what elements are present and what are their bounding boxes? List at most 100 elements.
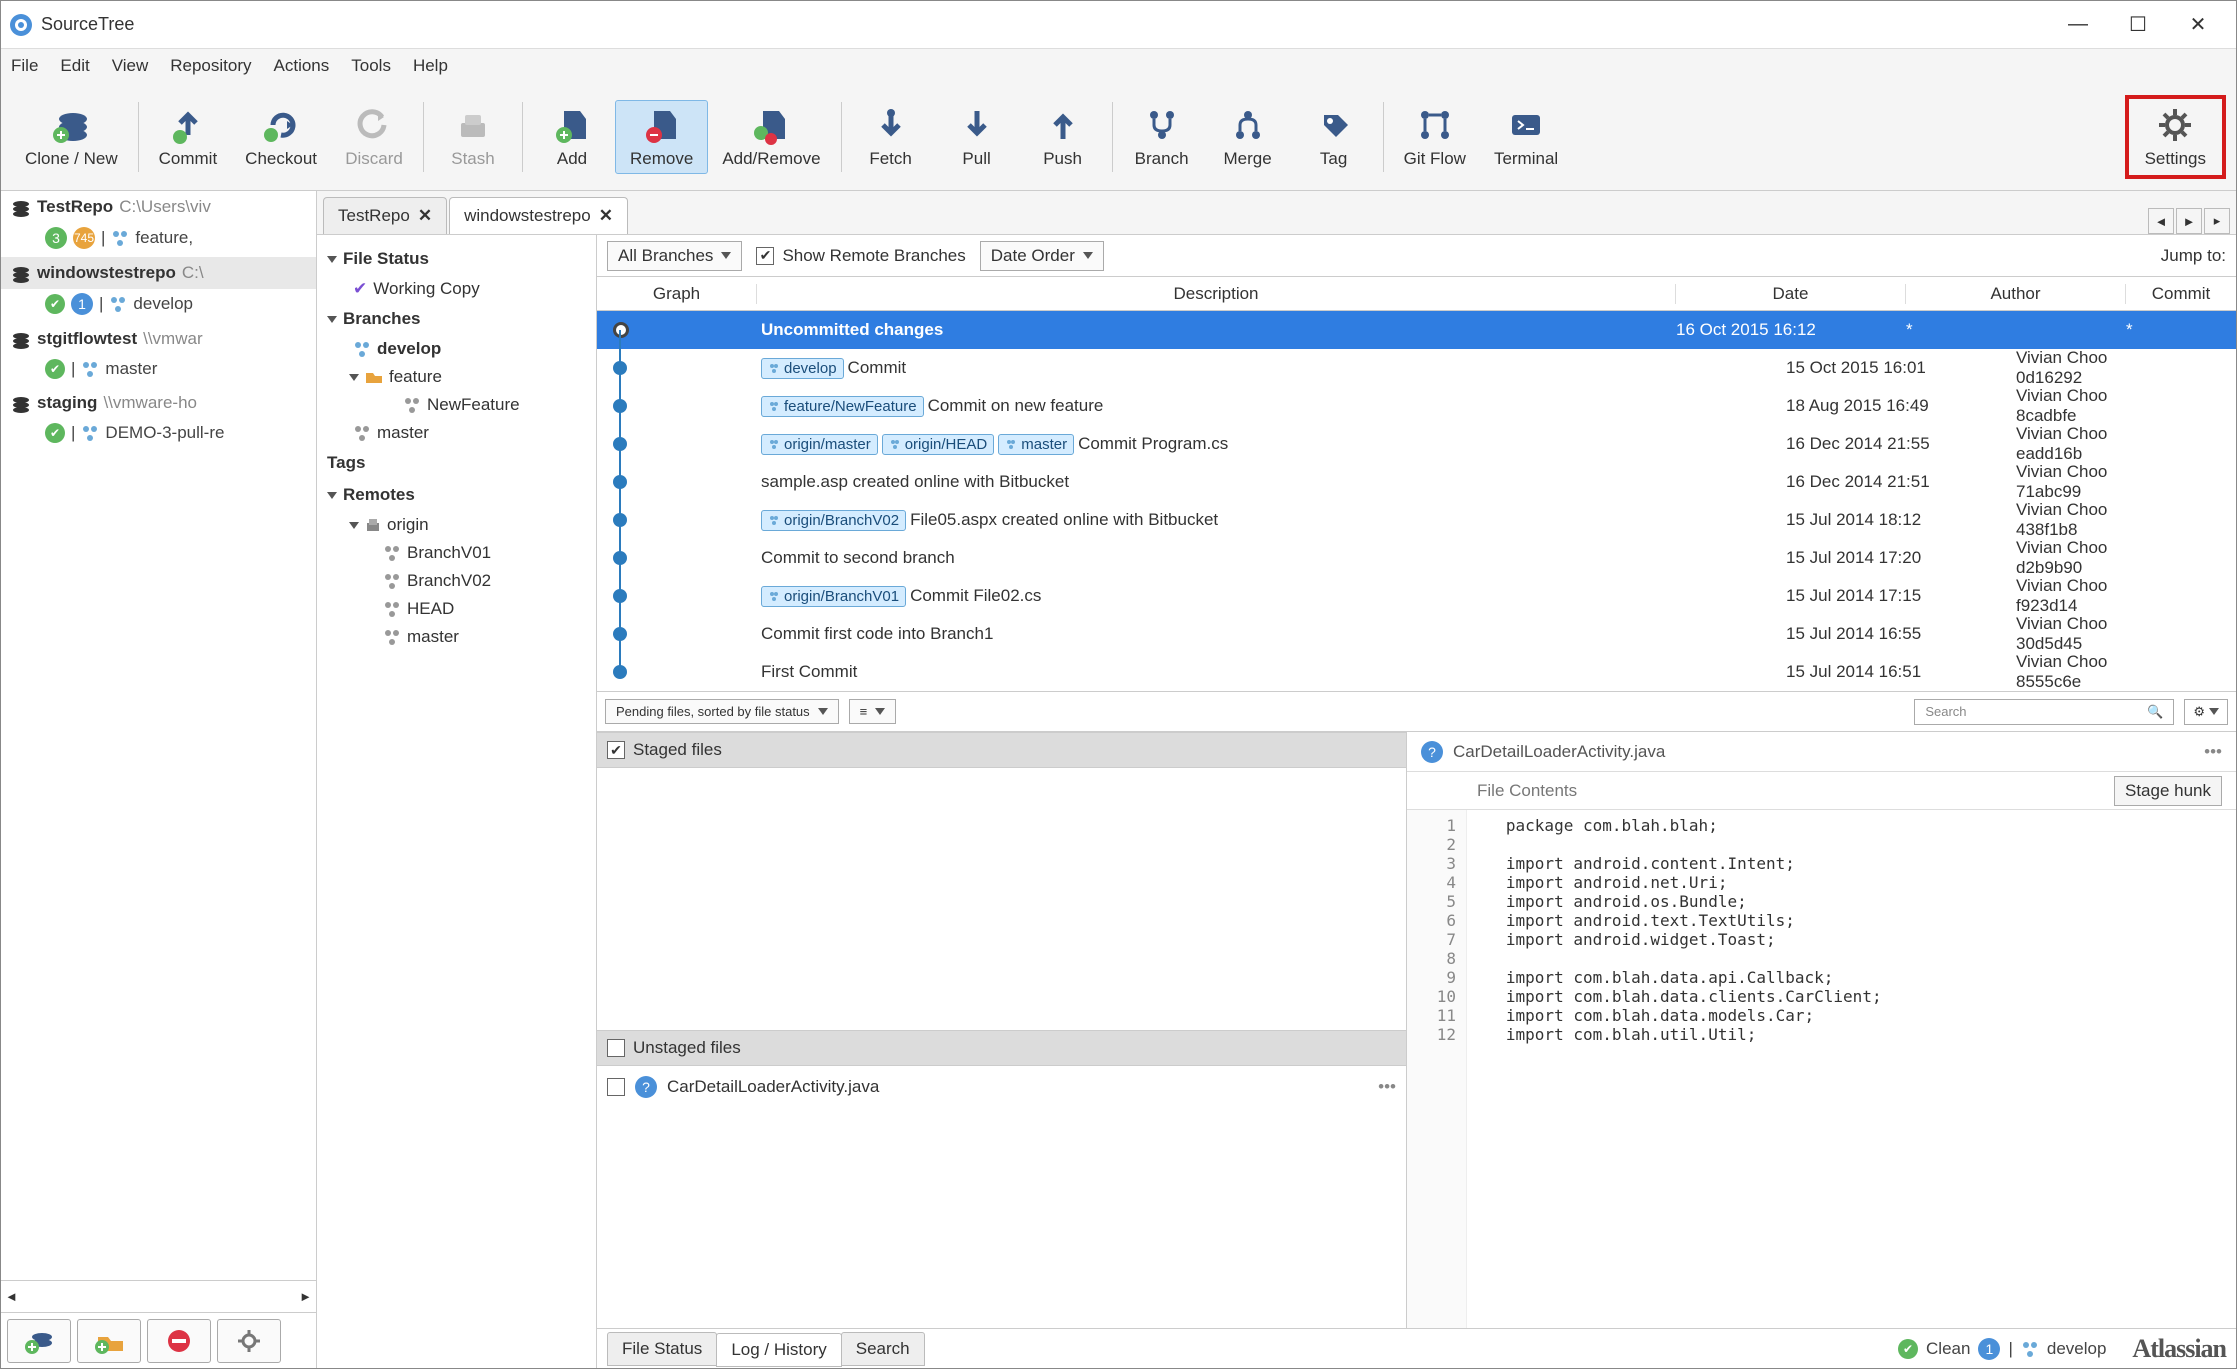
config-button[interactable] xyxy=(217,1319,281,1363)
options-button[interactable]: ⚙ xyxy=(2184,699,2228,725)
commit-row[interactable]: Uncommitted changes 16 Oct 2015 16:12 * … xyxy=(597,311,2236,349)
date-order-dropdown[interactable]: Date Order xyxy=(980,241,1104,271)
fetch-button[interactable]: Fetch xyxy=(848,101,934,173)
staged-files-header[interactable]: ✔Staged files xyxy=(597,732,1406,768)
menu-help[interactable]: Help xyxy=(413,56,448,76)
branch-button[interactable]: Branch xyxy=(1119,101,1205,173)
repo-tab[interactable]: TestRepo✕ xyxy=(323,197,447,234)
commit-row[interactable]: develop Commit 15 Oct 2015 16:01 Vivian … xyxy=(597,349,2236,387)
merge-button[interactable]: Merge xyxy=(1205,101,1291,173)
settings-button[interactable]: Settings xyxy=(2131,101,2220,173)
stash-button[interactable]: Stash xyxy=(430,101,516,173)
commit-row[interactable]: sample.asp created online with Bitbucket… xyxy=(597,463,2236,501)
tab-next-button[interactable]: ► xyxy=(2176,208,2202,234)
nav-new-feature[interactable]: NewFeature xyxy=(323,391,590,419)
unstaged-file-item[interactable]: ? CarDetailLoaderActivity.java ••• xyxy=(597,1066,1406,1108)
repo-status: ✔1 | develop xyxy=(1,289,316,323)
add-remove-button[interactable]: Add/Remove xyxy=(708,101,834,173)
repo-sidebar: TestRepo C:\Users\viv3745 | feature,wind… xyxy=(1,191,317,1368)
nav-remotes[interactable]: Remotes xyxy=(323,479,590,511)
sidebar-scroll[interactable]: ◄► xyxy=(1,1280,316,1312)
commit-row[interactable]: feature/NewFeature Commit on new feature… xyxy=(597,387,2236,425)
diff-menu-icon[interactable]: ••• xyxy=(2204,742,2222,762)
nav-file-status[interactable]: File Status xyxy=(323,243,590,275)
nav-master[interactable]: master xyxy=(323,419,590,447)
tab-search[interactable]: Search xyxy=(841,1332,925,1366)
delete-button[interactable] xyxy=(147,1319,211,1363)
commit-row[interactable]: First Commit 15 Jul 2014 16:51 Vivian Ch… xyxy=(597,653,2236,691)
checkout-button[interactable]: Checkout xyxy=(231,101,331,173)
commit-button[interactable]: Commit xyxy=(145,101,232,173)
settings-highlight: Settings xyxy=(2125,95,2226,179)
push-button[interactable]: Push xyxy=(1020,101,1106,173)
menubar: File Edit View Repository Actions Tools … xyxy=(1,49,2236,83)
new-folder-button[interactable] xyxy=(77,1319,141,1363)
nav-branches[interactable]: Branches xyxy=(323,303,590,335)
close-tab-icon[interactable]: ✕ xyxy=(599,206,613,226)
menu-repository[interactable]: Repository xyxy=(170,56,251,76)
repo-item[interactable]: stgitflowtest \\vmwar xyxy=(1,323,316,355)
nav-origin[interactable]: origin xyxy=(323,511,590,539)
app-icon xyxy=(9,13,33,37)
repo-item[interactable]: TestRepo C:\Users\viv xyxy=(1,191,316,223)
terminal-button[interactable]: Terminal xyxy=(1480,101,1572,173)
tab-prev-button[interactable]: ◄ xyxy=(2148,208,2174,234)
menu-view[interactable]: View xyxy=(112,56,149,76)
menu-file[interactable]: File xyxy=(11,56,38,76)
col-date[interactable]: Date xyxy=(1676,284,1906,304)
stage-hunk-button[interactable]: Stage hunk xyxy=(2114,776,2222,806)
discard-button[interactable]: Discard xyxy=(331,101,417,173)
repo-item[interactable]: windowstestrepo C:\ xyxy=(1,257,316,289)
commit-row[interactable]: Commit to second branch 15 Jul 2014 17:2… xyxy=(597,539,2236,577)
nav-feature-folder[interactable]: feature xyxy=(323,363,590,391)
col-author[interactable]: Author xyxy=(1906,284,2126,304)
tab-menu-button[interactable]: ▸ xyxy=(2204,208,2230,234)
repo-item[interactable]: staging \\vmware-ho xyxy=(1,387,316,419)
nav-tags[interactable]: Tags xyxy=(323,447,590,479)
add-icon xyxy=(552,105,592,145)
brand-label: Atlassian xyxy=(2132,1334,2226,1364)
all-branches-dropdown[interactable]: All Branches xyxy=(607,241,742,271)
col-graph[interactable]: Graph xyxy=(597,284,757,304)
new-repo-button[interactable] xyxy=(7,1319,71,1363)
commit-row[interactable]: origin/master origin/HEAD master Commit … xyxy=(597,425,2236,463)
nav-branchv01[interactable]: BranchV01 xyxy=(323,539,590,567)
tab-log-history[interactable]: Log / History xyxy=(716,1333,841,1367)
pending-files-dropdown[interactable]: Pending files, sorted by file status xyxy=(605,699,839,724)
filter-bar: All Branches ✔Show Remote Branches Date … xyxy=(597,235,2236,277)
commit-row[interactable]: origin/BranchV02 File05.aspx created onl… xyxy=(597,501,2236,539)
commit-row[interactable]: Commit first code into Branch1 15 Jul 20… xyxy=(597,615,2236,653)
gitflow-button[interactable]: Git Flow xyxy=(1390,101,1480,173)
col-commit[interactable]: Commit xyxy=(2126,284,2236,304)
pull-button[interactable]: Pull xyxy=(934,101,1020,173)
nav-develop[interactable]: develop xyxy=(323,335,590,363)
add-button[interactable]: Add xyxy=(529,101,615,173)
view-mode-dropdown[interactable]: ≡ xyxy=(849,699,897,724)
col-description[interactable]: Description xyxy=(757,284,1676,304)
clone-new-button[interactable]: Clone / New xyxy=(11,101,132,173)
menu-actions[interactable]: Actions xyxy=(274,56,330,76)
unstaged-files-header[interactable]: Unstaged files xyxy=(597,1030,1406,1066)
menu-edit[interactable]: Edit xyxy=(60,56,89,76)
status-clean: Clean xyxy=(1926,1339,1970,1359)
minimize-button[interactable]: — xyxy=(2048,1,2108,49)
remove-button[interactable]: Remove xyxy=(615,100,708,174)
commit-row[interactable]: origin/BranchV01 Commit File02.cs 15 Jul… xyxy=(597,577,2236,615)
tag-button[interactable]: Tag xyxy=(1291,101,1377,173)
maximize-button[interactable]: ☐ xyxy=(2108,1,2168,49)
nav-branchv02[interactable]: BranchV02 xyxy=(323,567,590,595)
tab-file-status[interactable]: File Status xyxy=(607,1332,717,1366)
nav-origin-master[interactable]: master xyxy=(323,623,590,651)
close-tab-icon[interactable]: ✕ xyxy=(418,206,432,226)
menu-tools[interactable]: Tools xyxy=(351,56,391,76)
titlebar: SourceTree — ☐ ✕ xyxy=(1,1,2236,49)
push-icon xyxy=(1043,105,1083,145)
repo-tab[interactable]: windowstestrepo✕ xyxy=(449,197,628,234)
file-contents-label: File Contents xyxy=(1477,781,1577,801)
search-input[interactable]: Search🔍 xyxy=(1914,699,2174,725)
nav-working-copy[interactable]: ✔Working Copy xyxy=(323,275,590,303)
file-menu-icon[interactable]: ••• xyxy=(1378,1077,1396,1097)
close-button[interactable]: ✕ xyxy=(2168,1,2228,49)
show-remote-checkbox[interactable]: ✔Show Remote Branches xyxy=(756,246,965,266)
nav-head[interactable]: HEAD xyxy=(323,595,590,623)
